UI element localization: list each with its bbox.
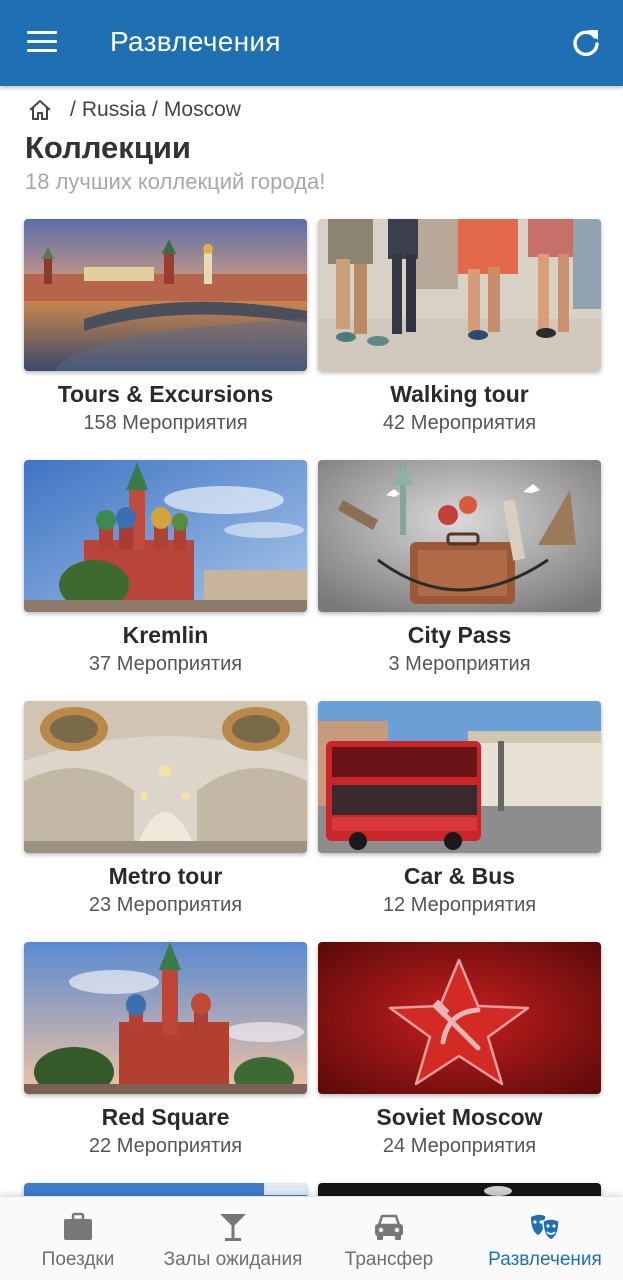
page-subtitle: 18 лучших коллекций города! <box>25 169 326 194</box>
nav-item-transfer[interactable]: Трансфер <box>330 1197 448 1280</box>
breadcrumb: / Russia / Moscow <box>28 96 241 124</box>
collection-image <box>318 219 601 371</box>
collection-name: Soviet Moscow <box>376 1104 543 1130</box>
collection-image <box>318 460 601 612</box>
collection-image <box>318 701 601 853</box>
collection-card-walking-tour[interactable]: Walking tour 42 Мероприятия <box>318 219 601 444</box>
theater-masks-icon <box>529 1211 561 1243</box>
collection-count: 158 Мероприятия <box>83 412 248 434</box>
breadcrumb-country[interactable]: Russia <box>82 98 146 122</box>
collection-count: 37 Мероприятия <box>88 653 243 675</box>
nav-item-lounges[interactable]: Залы ожидания <box>162 1197 304 1280</box>
nav-item-trips[interactable]: Поездки <box>18 1197 138 1280</box>
breadcrumb-city[interactable]: Moscow <box>164 98 241 122</box>
collection-card-red-square[interactable]: Red Square 22 Мероприятия <box>24 942 307 1167</box>
collection-card-car-bus[interactable]: Car & Bus 12 Мероприятия <box>318 701 601 926</box>
collection-name: Tours & Excursions <box>57 381 274 407</box>
collection-card-tours-excursions[interactable]: Tours & Excursions 158 Мероприятия <box>24 219 307 444</box>
collection-count: 42 Мероприятия <box>382 412 537 434</box>
collection-card-metro-tour[interactable]: Metro tour 23 Мероприятия <box>24 701 307 926</box>
breadcrumb-separator: / <box>152 98 158 121</box>
app-bar: Развлечения <box>0 0 623 86</box>
collection-count: 12 Мероприятия <box>382 894 537 916</box>
collection-name: Walking tour <box>390 381 529 407</box>
nav-label: Развлечения <box>488 1249 602 1270</box>
collection-name: Metro tour <box>108 863 223 889</box>
page-title: Коллекции <box>25 130 191 165</box>
collection-image <box>24 460 307 612</box>
bottom-navigation: Поездки Залы ожидания Трансфер Развлечен… <box>0 1196 623 1280</box>
collection-name: Kremlin <box>122 622 209 648</box>
nav-label: Трансфер <box>344 1249 434 1270</box>
cocktail-glass-icon <box>217 1211 249 1243</box>
car-icon <box>373 1211 405 1243</box>
nav-item-entertainment[interactable]: Развлечения <box>478 1197 612 1280</box>
home-icon[interactable] <box>28 98 52 122</box>
collection-count: 22 Мероприятия <box>88 1135 243 1157</box>
collection-image <box>24 942 307 1094</box>
collection-count: 24 Мероприятия <box>382 1135 537 1157</box>
breadcrumb-separator: / <box>70 98 76 121</box>
collection-card-city-pass[interactable]: City Pass 3 Мероприятия <box>318 460 601 685</box>
collection-count: 23 Мероприятия <box>88 894 243 916</box>
collection-image <box>24 701 307 853</box>
refresh-icon[interactable] <box>571 28 601 58</box>
nav-label: Залы ожидания <box>163 1249 303 1270</box>
nav-label: Поездки <box>41 1249 115 1270</box>
collection-image <box>24 219 307 371</box>
collection-card-kremlin[interactable]: Kremlin 37 Мероприятия <box>24 460 307 685</box>
collection-card-soviet-moscow[interactable]: Soviet Moscow 24 Мероприятия <box>318 942 601 1167</box>
collection-name: Car & Bus <box>403 863 516 889</box>
hamburger-menu-icon[interactable] <box>27 31 57 55</box>
app-bar-title: Развлечения <box>110 26 281 57</box>
collection-name: City Pass <box>407 622 512 648</box>
briefcase-icon <box>62 1211 94 1243</box>
collection-name: Red Square <box>101 1104 230 1130</box>
collection-count: 3 Мероприятия <box>388 653 531 675</box>
collection-image <box>318 942 601 1094</box>
